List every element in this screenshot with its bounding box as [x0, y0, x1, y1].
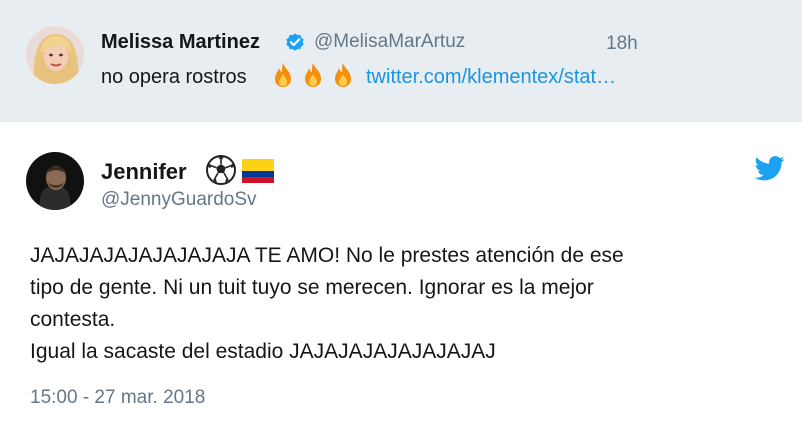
twitter-bird-icon[interactable]: [755, 156, 785, 181]
tweet-timestamp[interactable]: 15:00 - 27 mar. 2018: [30, 387, 205, 409]
avatar-jennifer[interactable]: [26, 152, 84, 210]
author-name[interactable]: Jennifer: [101, 159, 187, 185]
quoted-tweet-text: no opera rostros: [101, 66, 247, 88]
fire-icon: [305, 63, 321, 87]
quoted-author-handle[interactable]: @MelisaMarArtuz: [314, 31, 465, 53]
tweet-text-line: JAJAJAJAJAJAJAJAJA TE AMO! No le prestes…: [30, 244, 624, 267]
tweet-text-line: tipo de gente. Ni un tuit tuyo se merece…: [30, 276, 594, 299]
quoted-author-name[interactable]: Melissa Martinez: [101, 31, 260, 54]
fire-icon: [335, 63, 351, 87]
tweet-body: JAJAJAJAJAJAJAJAJA TE AMO! No le prestes…: [30, 240, 790, 368]
verified-badge-icon: [286, 33, 304, 51]
quoted-tweet-link[interactable]: twitter.com/klementex/stat…: [366, 66, 616, 89]
author-handle[interactable]: @JennyGuardoSv: [101, 189, 257, 211]
avatar-melissa[interactable]: [26, 26, 84, 84]
quoted-tweet-panel[interactable]: Melissa Martinez @MelisaMarArtuz 18h no …: [0, 0, 802, 122]
tweet-text-line: contesta.: [30, 308, 116, 331]
colombia-flag-icon: [242, 159, 274, 183]
tweet-text-line: Igual la sacaste del estadio JAJAJAJAJAJ…: [30, 340, 496, 363]
soccer-ball-icon: [206, 155, 236, 185]
fire-icon: [275, 63, 291, 87]
quoted-tweet-time[interactable]: 18h: [606, 33, 638, 55]
fire-emoji-group: [269, 61, 357, 89]
